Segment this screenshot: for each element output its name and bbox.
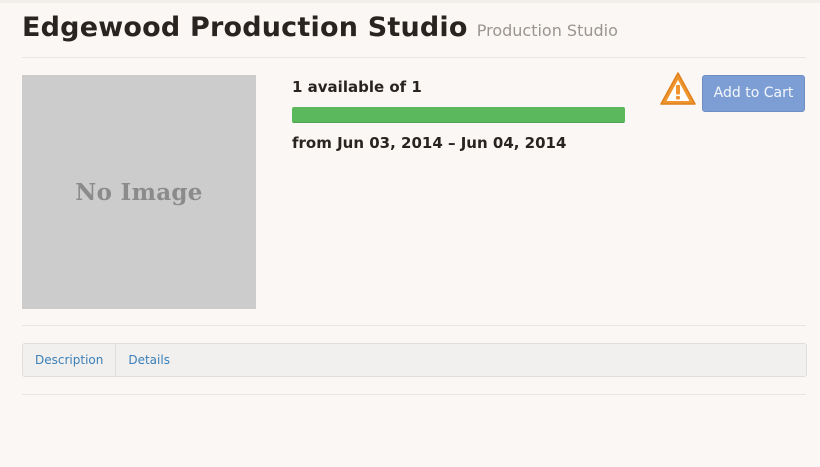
product-image-placeholder: No Image xyxy=(22,75,256,309)
header-divider xyxy=(22,57,806,58)
no-image-label: No Image xyxy=(75,178,203,206)
tab-bar: Description Details xyxy=(22,343,807,377)
tab-details[interactable]: Details xyxy=(116,344,182,376)
tab-description[interactable]: Description xyxy=(23,344,117,376)
page-title: Edgewood Production Studio xyxy=(22,12,468,43)
add-to-cart-button[interactable]: Add to Cart xyxy=(702,75,805,112)
availability-progress-fill xyxy=(292,107,625,123)
availability-progress-bar xyxy=(292,107,625,123)
footer-divider xyxy=(22,394,806,395)
content-divider xyxy=(22,325,806,326)
page-subtitle: Production Studio xyxy=(476,21,618,40)
warning-triangle-icon xyxy=(660,72,696,105)
page-header: Edgewood Production Studio Production St… xyxy=(22,12,618,43)
top-edge xyxy=(0,0,820,3)
availability-text: 1 available of 1 xyxy=(292,78,422,96)
date-range-text: from Jun 03, 2014 – Jun 04, 2014 xyxy=(292,134,567,152)
